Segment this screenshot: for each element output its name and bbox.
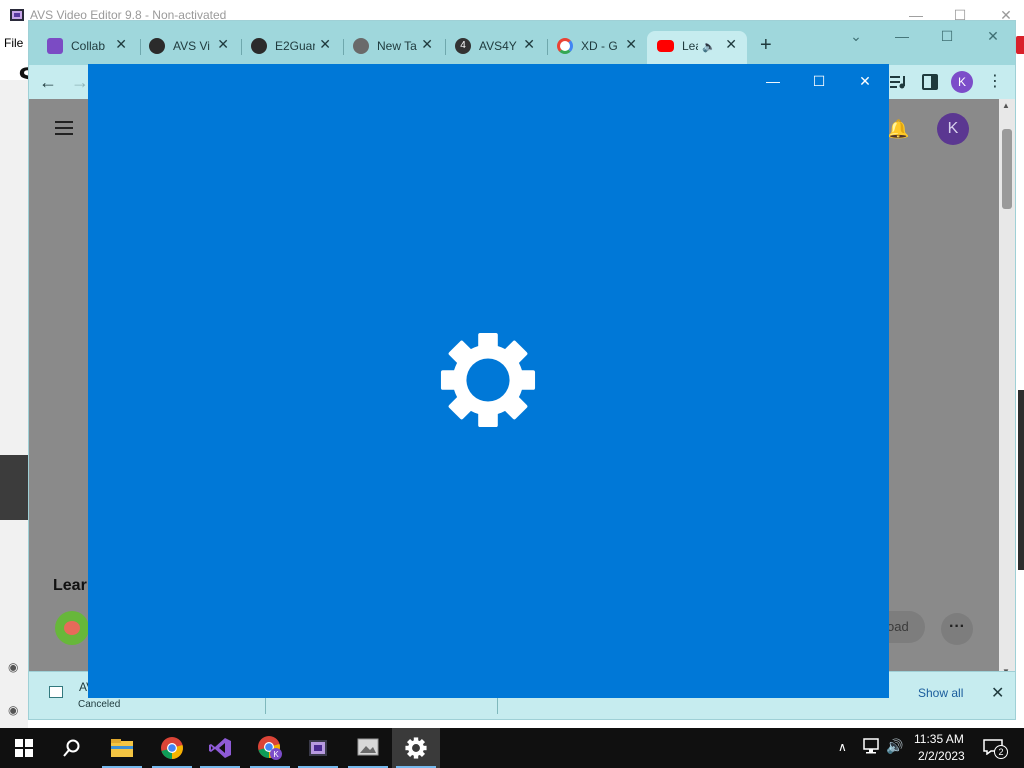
chrome-profile-icon: K [258, 736, 282, 760]
photos-icon [357, 738, 379, 756]
windows-start-icon [15, 739, 33, 757]
taskbar-settings[interactable] [392, 728, 440, 768]
side-panel-icon[interactable] [922, 74, 938, 90]
tab-title: Collab [71, 39, 106, 53]
close-download-shelf-button[interactable]: ✕ [991, 683, 1004, 703]
taskbar-avs-video-editor[interactable] [294, 728, 342, 768]
tab-title: New Ta [377, 39, 417, 53]
settings-window: — ☐ ✕ [88, 64, 889, 698]
eye-icon[interactable]: ◉ [8, 703, 18, 717]
settings-icon [405, 737, 427, 759]
browser-menu-icon[interactable]: ⋮ [987, 71, 1003, 91]
settings-minimize-button[interactable]: — [756, 70, 790, 92]
forward-arrow-icon[interactable]: → [71, 72, 89, 93]
avs-video-editor-icon [309, 740, 327, 756]
show-all-downloads-link[interactable]: Show all [918, 686, 963, 700]
browser-maximize-button[interactable]: ☐ [936, 25, 958, 47]
browser-close-button[interactable]: ✕ [982, 25, 1004, 47]
show-hidden-icons-button[interactable]: ∧ [838, 740, 847, 754]
settings-close-button[interactable]: ✕ [848, 70, 882, 92]
clock-date[interactable]: 2/2/2023 [918, 749, 965, 763]
volume-icon[interactable]: 🔊 [886, 738, 903, 755]
tab-strip: Collab ✕ AVS Vi ✕ E2Guar ✕ New Ta ✕ 4 AV… [29, 21, 1015, 65]
taskbar-chrome[interactable] [148, 728, 196, 768]
svg-text:K: K [273, 750, 279, 759]
tab-title: Lea [682, 39, 698, 53]
youtube-icon [657, 40, 674, 52]
close-icon[interactable]: ✕ [115, 36, 127, 53]
file-icon [49, 686, 63, 698]
speaker-icon[interactable]: 🔈 [702, 40, 716, 53]
tab-title: E2Guar [275, 39, 315, 53]
bell-icon[interactable]: 🔔 [887, 119, 909, 140]
notification-count-badge: 2 [994, 745, 1008, 759]
google-icon [557, 38, 573, 54]
chrome-icon [353, 38, 369, 54]
tab-title: XD - G [581, 39, 618, 53]
tab-avs4you[interactable]: 4 AVS4Y ✕ [455, 34, 539, 58]
scrollbar-thumb[interactable] [1002, 129, 1012, 209]
tab-separator [343, 39, 344, 55]
tab-title: AVS4Y [479, 39, 517, 53]
chrome-icon [161, 737, 183, 759]
tab-e2guardian[interactable]: E2Guar ✕ [251, 34, 335, 58]
settings-maximize-button[interactable]: ☐ [802, 70, 836, 92]
tab-collab[interactable]: Collab ✕ [47, 34, 131, 58]
channel-avatar[interactable] [55, 611, 89, 645]
avs-left-panel [0, 80, 28, 730]
network-icon[interactable] [862, 738, 880, 754]
taskbar-photos[interactable] [344, 728, 392, 768]
tab-title: AVS Vi [173, 39, 210, 53]
close-icon[interactable]: ✕ [523, 36, 535, 53]
file-explorer-icon [111, 739, 133, 757]
visual-studio-icon [209, 738, 231, 758]
avs-close-accent [1016, 36, 1024, 54]
tab-separator [445, 39, 446, 55]
new-tab-button[interactable]: + [760, 34, 772, 57]
clock-time[interactable]: 11:35 AM [914, 732, 964, 746]
taskbar-visual-studio[interactable] [196, 728, 244, 768]
tab-new-tab[interactable]: New Ta ✕ [353, 34, 437, 58]
scroll-up-icon[interactable]: ▲ [1002, 101, 1010, 110]
browser-minimize-button[interactable]: — [891, 25, 913, 47]
avs-preview-strip [0, 455, 28, 520]
tab-google-xd[interactable]: XD - G ✕ [557, 34, 641, 58]
tab-separator [241, 39, 242, 55]
collab-icon [47, 38, 63, 54]
close-icon[interactable]: ✕ [319, 36, 331, 53]
tab-separator [140, 39, 141, 55]
tab-youtube-active[interactable]: Lea 🔈 ✕ [657, 34, 741, 58]
close-icon[interactable]: ✕ [217, 36, 229, 53]
tab-search-dropdown[interactable]: ⌄ [845, 25, 867, 47]
globe-icon [251, 38, 267, 54]
profile-avatar[interactable]: K [951, 71, 973, 93]
avs4you-icon: 4 [455, 38, 471, 54]
more-actions-button[interactable]: ··· [941, 613, 973, 645]
tab-avs-video[interactable]: AVS Vi ✕ [149, 34, 233, 58]
avs-right-panel [1018, 390, 1024, 570]
gear-icon [440, 332, 536, 428]
close-icon[interactable]: ✕ [421, 36, 433, 53]
taskbar-search-button[interactable] [48, 728, 96, 768]
avs-app-icon [10, 9, 24, 21]
avs-menu-file[interactable]: File [4, 36, 23, 50]
youtube-avatar[interactable]: K [937, 113, 969, 145]
hamburger-menu-icon[interactable] [55, 121, 73, 135]
tab-separator [547, 39, 548, 55]
search-icon [63, 739, 80, 757]
globe-icon [149, 38, 165, 54]
taskbar-chrome-profile[interactable]: K [246, 728, 294, 768]
taskbar: K ∧ 🔊 11:35 AM 2/2/2023 2 [0, 728, 1024, 768]
close-icon[interactable]: ✕ [625, 36, 637, 53]
start-button[interactable] [0, 728, 48, 768]
video-title: Lear [53, 577, 87, 594]
download-status: Canceled [78, 699, 121, 710]
back-arrow-icon[interactable]: ← [39, 72, 57, 93]
media-control-icon[interactable] [889, 74, 907, 90]
taskbar-file-explorer[interactable] [98, 728, 146, 768]
eye-icon[interactable]: ◉ [8, 660, 18, 674]
close-icon[interactable]: ✕ [725, 36, 737, 53]
